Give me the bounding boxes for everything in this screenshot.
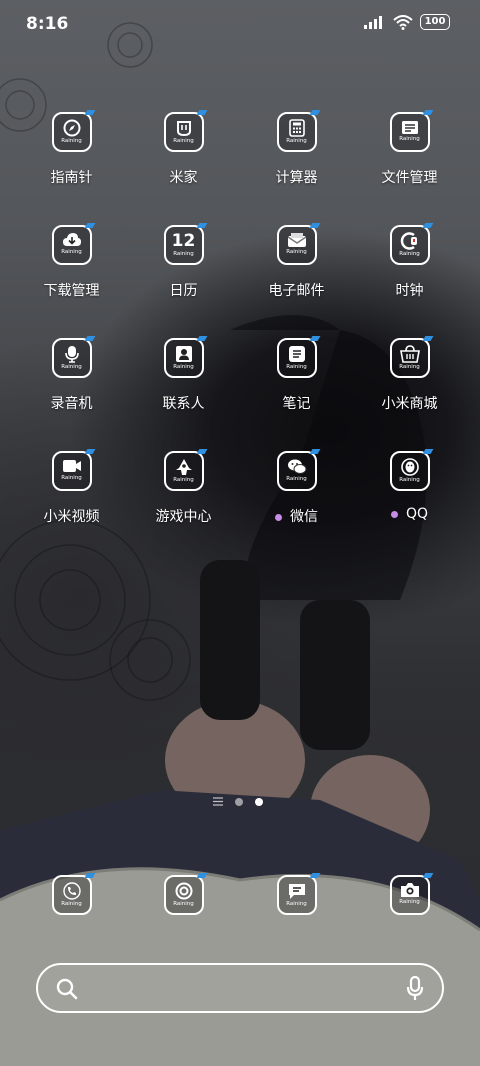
app-label: 电子邮件 <box>268 283 325 299</box>
qq-icon: Raining <box>389 449 433 491</box>
signal-icon <box>364 16 382 29</box>
app-list-icon[interactable] <box>213 797 223 806</box>
notification-dot <box>275 513 282 521</box>
app-calendar[interactable]: 12 Raining 日历 <box>127 223 240 300</box>
compass-icon: Raining <box>51 110 95 152</box>
contacts-icon: Raining <box>163 336 207 378</box>
app-label: 录音机 <box>50 396 93 412</box>
app-recorder[interactable]: Raining 录音机 <box>15 336 128 413</box>
app-mijia[interactable]: Raining 米家 <box>127 110 240 187</box>
download-icon: Raining <box>51 223 95 265</box>
app-label: 时钟 <box>395 283 424 299</box>
file-manager-icon: Raining <box>389 110 433 152</box>
app-label: QQ <box>353 506 466 522</box>
notes-icon: Raining <box>276 336 320 378</box>
status-bar: 8:16 100 <box>0 0 480 48</box>
browser-icon: Raining <box>163 873 207 915</box>
app-label: 联系人 <box>162 396 205 412</box>
battery-icon: 100 <box>420 14 450 30</box>
wechat-icon: Raining <box>276 449 320 491</box>
page-dot-active[interactable] <box>255 797 263 806</box>
app-label: 下载管理 <box>43 283 100 299</box>
app-file-manager[interactable]: Raining 文件管理 <box>353 110 466 187</box>
app-label: 文件管理 <box>381 170 438 186</box>
mi-store-icon: Raining <box>389 336 433 378</box>
calculator-icon: Raining <box>276 110 320 152</box>
status-icons: 100 <box>364 14 450 30</box>
camera-icon: Raining <box>389 873 433 915</box>
search-icon[interactable] <box>56 978 78 1000</box>
app-qq[interactable]: Raining QQ <box>353 449 466 522</box>
app-label: 笔记 <box>282 396 311 412</box>
app-wechat[interactable]: Raining 微信 <box>240 449 353 526</box>
dock-browser[interactable]: Raining <box>127 873 240 915</box>
dock-camera[interactable]: Raining <box>353 873 466 915</box>
mi-video-icon: Raining <box>51 449 95 491</box>
app-compass[interactable]: Raining 指南针 <box>15 110 128 187</box>
app-email[interactable]: Raining 电子邮件 <box>240 223 353 300</box>
dock-messages[interactable]: Raining <box>240 873 353 915</box>
wifi-icon <box>393 14 413 30</box>
mijia-icon: Raining <box>163 110 207 152</box>
app-label: 小米视频 <box>43 509 100 525</box>
app-mi-store[interactable]: Raining 小米商城 <box>353 336 466 413</box>
phone-icon: Raining <box>51 873 95 915</box>
app-notes[interactable]: Raining 笔记 <box>240 336 353 413</box>
app-clock[interactable]: Raining 时钟 <box>353 223 466 300</box>
app-label: 指南针 <box>50 170 93 186</box>
app-label: 日历 <box>169 283 198 299</box>
recorder-icon: Raining <box>51 336 95 378</box>
page-dot[interactable] <box>235 797 243 806</box>
app-label: 游戏中心 <box>155 509 212 525</box>
app-mi-video[interactable]: Raining 小米视频 <box>15 449 128 526</box>
app-downloads[interactable]: Raining 下载管理 <box>15 223 128 300</box>
notification-dot <box>390 510 398 518</box>
app-contacts[interactable]: Raining 联系人 <box>127 336 240 413</box>
dock-phone[interactable]: Raining <box>15 873 128 915</box>
app-game-center[interactable]: Raining 游戏中心 <box>127 449 240 526</box>
email-icon: Raining <box>276 223 320 265</box>
messages-icon: Raining <box>276 873 320 915</box>
app-label: 米家 <box>169 170 198 186</box>
game-center-icon: Raining <box>163 449 207 491</box>
app-label: 小米商城 <box>381 396 438 412</box>
app-label: 计算器 <box>275 170 318 186</box>
app-label: 微信 <box>240 506 353 526</box>
status-time: 8:16 <box>26 14 69 34</box>
calendar-icon: 12 Raining <box>163 223 207 265</box>
page-indicator[interactable] <box>213 797 263 806</box>
microphone-icon[interactable] <box>406 976 424 1002</box>
app-calculator[interactable]: Raining 计算器 <box>240 110 353 187</box>
search-bar[interactable] <box>36 963 444 1013</box>
clock-icon: Raining <box>389 223 433 265</box>
